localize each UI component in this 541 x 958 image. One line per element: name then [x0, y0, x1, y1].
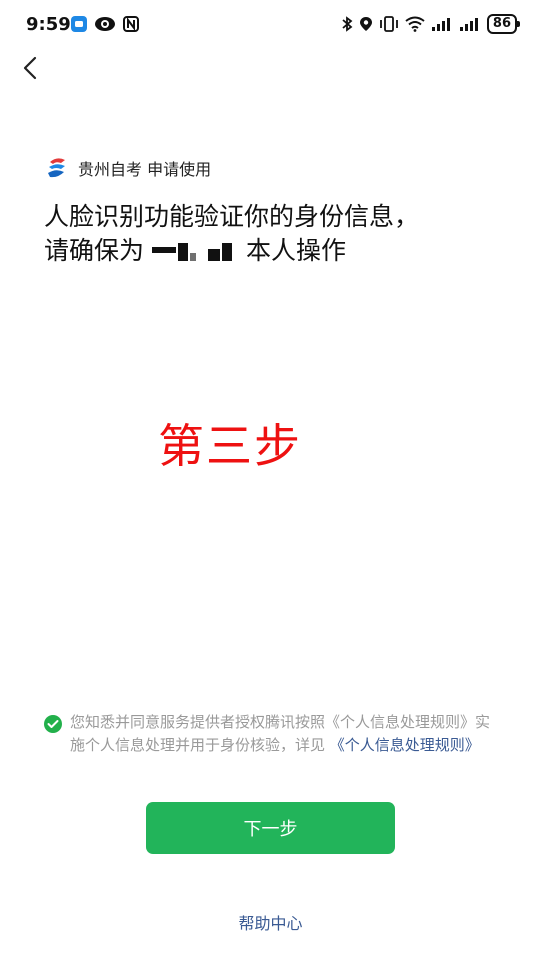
signal-icon [431, 18, 450, 31]
step-annotation: 第三步 [158, 419, 302, 473]
check-circle-icon [47, 720, 59, 728]
title-line-2-suffix: 本人操作 [246, 236, 347, 265]
title-line-2: 请确保为 本人操作 [44, 234, 514, 268]
help-center-link[interactable]: 帮助中心 [0, 910, 541, 934]
location-icon [359, 17, 372, 31]
app-logo-icon [48, 158, 65, 178]
requester-row: 贵州自考 申请使用 [46, 156, 211, 180]
privacy-rules-link[interactable]: 《个人信息处理规则》 [330, 736, 480, 754]
masked-name [150, 241, 240, 263]
requester-action: 申请使用 [147, 160, 212, 179]
consent-checkbox[interactable] [44, 715, 62, 733]
requester-app-name: 贵州自考 [78, 160, 143, 179]
title-line-2-prefix: 请确保为 [44, 236, 145, 265]
bluetooth-icon [342, 16, 353, 32]
status-time: 9:59 [26, 14, 71, 35]
vibrate-icon [380, 16, 398, 32]
requester-text: 贵州自考 申请使用 [78, 156, 211, 180]
next-step-button[interactable]: 下一步 [146, 802, 395, 854]
status-left-icons [70, 15, 140, 33]
status-right-icons: 86 [341, 14, 521, 34]
battery-indicator: 86 [486, 14, 521, 34]
back-button[interactable] [14, 52, 46, 84]
title-line-1: 人脸识别功能验证你的身份信息， [44, 202, 420, 231]
consent-row: 您知悉并同意服务提供者授权腾讯按照《个人信息处理规则》实施个人信息处理并用于身份… [44, 711, 500, 757]
nfc-icon [123, 16, 139, 32]
page-title: 人脸识别功能验证你的身份信息， 请确保为 本人操作 [44, 200, 514, 268]
eye-icon [95, 17, 115, 31]
signal-icon-2 [459, 18, 478, 31]
status-bar: 9:59 86 [0, 0, 541, 50]
wifi-icon [405, 16, 425, 32]
message-icon [71, 16, 87, 32]
consent-text: 您知悉并同意服务提供者授权腾讯按照《个人信息处理规则》实施个人信息处理并用于身份… [70, 711, 500, 757]
chevron-left-icon [23, 56, 37, 80]
